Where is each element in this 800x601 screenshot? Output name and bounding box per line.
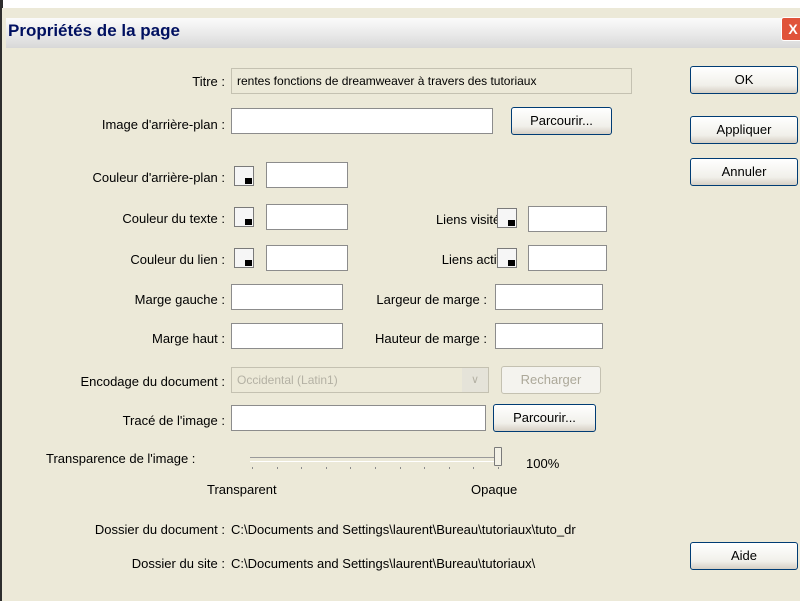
slider-tick xyxy=(400,467,401,469)
color-picker-icon xyxy=(508,260,515,266)
top-margin-field[interactable] xyxy=(231,323,343,349)
margin-width-label: Largeur de marge : xyxy=(376,292,487,307)
transparency-slider-track[interactable] xyxy=(250,457,500,462)
text-color-swatch[interactable] xyxy=(234,207,254,227)
document-folder-value: C:\Documents and Settings\laurent\Bureau… xyxy=(231,522,576,537)
top-margin-label: Marge haut : xyxy=(152,331,225,346)
link-color-swatch[interactable] xyxy=(234,248,254,268)
background-color-swatch[interactable] xyxy=(234,166,254,186)
background-image-field[interactable] xyxy=(231,108,493,134)
site-folder-value: C:\Documents and Settings\laurent\Bureau… xyxy=(231,556,536,571)
background-image-label: Image d'arrière-plan : xyxy=(101,117,225,132)
dialog-titlebar: Propriétés de la page xyxy=(6,18,800,48)
link-color-label: Couleur du lien : xyxy=(130,252,225,267)
color-picker-icon xyxy=(245,219,252,225)
visited-links-swatch[interactable] xyxy=(497,208,517,228)
margin-height-label: Hauteur de marge : xyxy=(374,331,487,346)
slider-tick xyxy=(424,467,425,469)
active-links-field[interactable] xyxy=(528,245,607,271)
close-icon: X xyxy=(788,21,798,37)
slider-tick xyxy=(326,467,327,469)
transparency-slider-thumb[interactable] xyxy=(494,447,502,466)
close-button[interactable]: X xyxy=(781,17,800,41)
text-color-label: Couleur du texte : xyxy=(122,211,225,226)
reload-button[interactable]: Recharger xyxy=(501,366,601,394)
title-field-value: rentes fonctions de dreamweaver à traver… xyxy=(237,74,537,88)
document-folder-label: Dossier du document : xyxy=(94,522,225,537)
transparency-label: Transparence de l'image : xyxy=(46,451,196,466)
tracing-image-label: Tracé de l'image : xyxy=(122,413,225,428)
background-color-field[interactable] xyxy=(266,162,348,188)
slider-tick xyxy=(498,467,499,469)
transparency-value: 100% xyxy=(526,456,560,471)
browse-tracing-button[interactable]: Parcourir... xyxy=(493,404,596,432)
slider-tick xyxy=(375,467,376,469)
color-picker-icon xyxy=(508,220,515,226)
left-margin-field[interactable] xyxy=(231,284,343,310)
encoding-value: Occidental (Latin1) xyxy=(237,373,338,387)
encoding-select[interactable]: Occidental (Latin1) ∨ xyxy=(231,367,489,393)
cancel-button[interactable]: Annuler xyxy=(690,158,798,186)
slider-tick xyxy=(449,467,450,469)
slider-tick xyxy=(252,467,253,469)
slider-tick xyxy=(350,467,351,469)
active-links-swatch[interactable] xyxy=(497,248,517,268)
apply-button[interactable]: Appliquer xyxy=(690,116,798,144)
chevron-down-icon: ∨ xyxy=(462,368,488,392)
margin-width-field[interactable] xyxy=(495,284,603,310)
opaque-label: Opaque xyxy=(471,482,518,497)
ok-button[interactable]: OK xyxy=(690,66,798,94)
background-color-label: Couleur d'arrière-plan : xyxy=(92,170,225,185)
tracing-image-field[interactable] xyxy=(231,405,486,431)
browse-background-button[interactable]: Parcourir... xyxy=(511,107,612,135)
color-picker-icon xyxy=(245,178,252,184)
site-folder-label: Dossier du site : xyxy=(131,556,225,571)
title-label: Titre : xyxy=(192,74,225,89)
encoding-label: Encodage du document : xyxy=(80,374,225,389)
slider-tick xyxy=(277,467,278,469)
visited-links-field[interactable] xyxy=(528,206,607,232)
link-color-field[interactable] xyxy=(266,245,348,271)
text-color-field[interactable] xyxy=(266,204,348,230)
transparent-label: Transparent xyxy=(207,482,277,497)
title-field[interactable]: rentes fonctions de dreamweaver à traver… xyxy=(231,68,632,94)
color-picker-icon xyxy=(245,260,252,266)
slider-tick xyxy=(301,467,302,469)
margin-height-field[interactable] xyxy=(495,323,603,349)
left-margin-label: Marge gauche : xyxy=(134,292,225,307)
slider-tick xyxy=(473,467,474,469)
help-button[interactable]: Aide xyxy=(690,542,798,570)
dialog-title: Propriétés de la page xyxy=(8,21,180,40)
